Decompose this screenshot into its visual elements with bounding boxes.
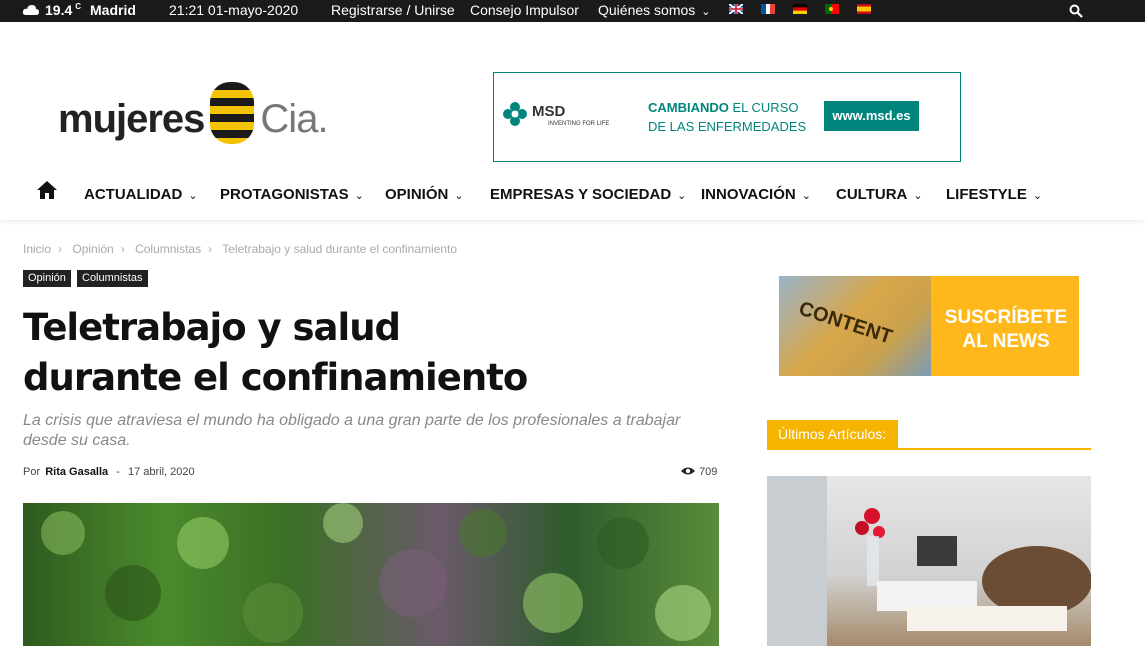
nav-actualidad[interactable]: ACTUALIDAD ⌄	[84, 186, 198, 203]
breadcrumb-columnistas[interactable]: Columnistas	[135, 242, 201, 256]
register-link[interactable]: Registrarse / Unirse	[331, 2, 455, 18]
author-link[interactable]: Rita Gasalla	[45, 466, 108, 478]
ad-tagline: INVENTING FOR LIFE	[548, 121, 610, 127]
quienes-somos-menu[interactable]: Quiénes somos ⌄	[598, 2, 711, 18]
main-nav: ACTUALIDAD ⌄ PROTAGONISTAS ⌄ OPINIÓN ⌄ EMPR…	[0, 172, 1145, 216]
nav-empresas-sociedad[interactable]: EMPRESAS Y SOCIEDAD ⌄	[490, 186, 686, 203]
site-header: mujeres Cia. MSD INVENTING FOR LIFE CAMBI…	[0, 22, 1145, 220]
temperature: 19.4 C	[45, 2, 82, 18]
article-hero-image	[23, 503, 719, 646]
search-icon[interactable]	[1069, 4, 1083, 21]
city: Madrid	[90, 2, 136, 18]
msd-logo-icon	[503, 102, 527, 126]
article-title: Teletrabajo y salud durante el confinami…	[23, 306, 528, 399]
flag-portugal-icon[interactable]	[825, 4, 839, 14]
breadcrumb-current: Teletrabajo y salud durante el confinami…	[222, 242, 458, 256]
banner-text: SUSCRÍBETE AL NEWS	[944, 307, 1068, 352]
breadcrumb: Inicio › Opinión › Columnistas › Teletrabaj…	[23, 242, 458, 256]
latest-article-thumbnail[interactable]	[767, 476, 1091, 646]
consejo-link[interactable]: Consejo Impulsor	[470, 2, 579, 18]
article-date: 17 abril, 2020	[127, 466, 195, 478]
latest-articles-heading: Últimos Artículos:	[767, 420, 1091, 450]
flag-germany-icon[interactable]	[793, 4, 807, 14]
nav-lifestyle[interactable]: LIFESTYLE ⌄	[946, 186, 1042, 203]
flag-france-icon[interactable]	[761, 4, 775, 14]
article-meta: Por Rita Gasalla - 17 abril, 2020	[23, 466, 195, 478]
eye-icon	[681, 467, 695, 475]
ad-url-button[interactable]: www.msd.es	[824, 101, 919, 131]
top-bar: 19.4 C Madrid 21:21 01-mayo-2020 Registra…	[0, 0, 1145, 22]
ad-brand: MSD	[532, 103, 566, 120]
flag-spain-icon[interactable]	[857, 4, 871, 14]
ad-headline: CAMBIANDO EL CURSO DE LAS ENFERMEDADES	[648, 100, 807, 134]
msd-ad-banner[interactable]: MSD INVENTING FOR LIFE CAMBIANDO EL CURS…	[493, 72, 961, 162]
tag-columnistas[interactable]: Columnistas	[77, 270, 148, 287]
banner-image: CONTENT	[779, 276, 931, 376]
flag-uk-icon[interactable]	[729, 4, 743, 14]
site-logo[interactable]: mujeres Cia.	[58, 82, 329, 144]
tag-opinion[interactable]: Opinión	[23, 270, 71, 287]
datetime: 21:21 01-mayo-2020	[169, 2, 299, 18]
view-count: 709	[680, 466, 717, 478]
article-subtitle: La crisis que atraviesa el mundo ha obli…	[23, 412, 681, 449]
home-icon[interactable]	[36, 180, 58, 204]
nav-protagonistas[interactable]: PROTAGONISTAS ⌄	[220, 186, 364, 203]
breadcrumb-inicio[interactable]: Inicio	[23, 242, 51, 256]
weather-icon	[22, 3, 40, 20]
nav-cultura[interactable]: CULTURA ⌄	[836, 186, 923, 203]
nav-opinion[interactable]: OPINIÓN ⌄	[385, 186, 464, 203]
nav-innovacion[interactable]: INNOVACIÓN ⌄	[701, 186, 811, 203]
newsletter-banner[interactable]: CONTENT SUSCRÍBETE AL NEWS	[779, 276, 1079, 376]
ampersand-logo-icon	[210, 82, 255, 144]
breadcrumb-opinion[interactable]: Opinión	[72, 242, 113, 256]
